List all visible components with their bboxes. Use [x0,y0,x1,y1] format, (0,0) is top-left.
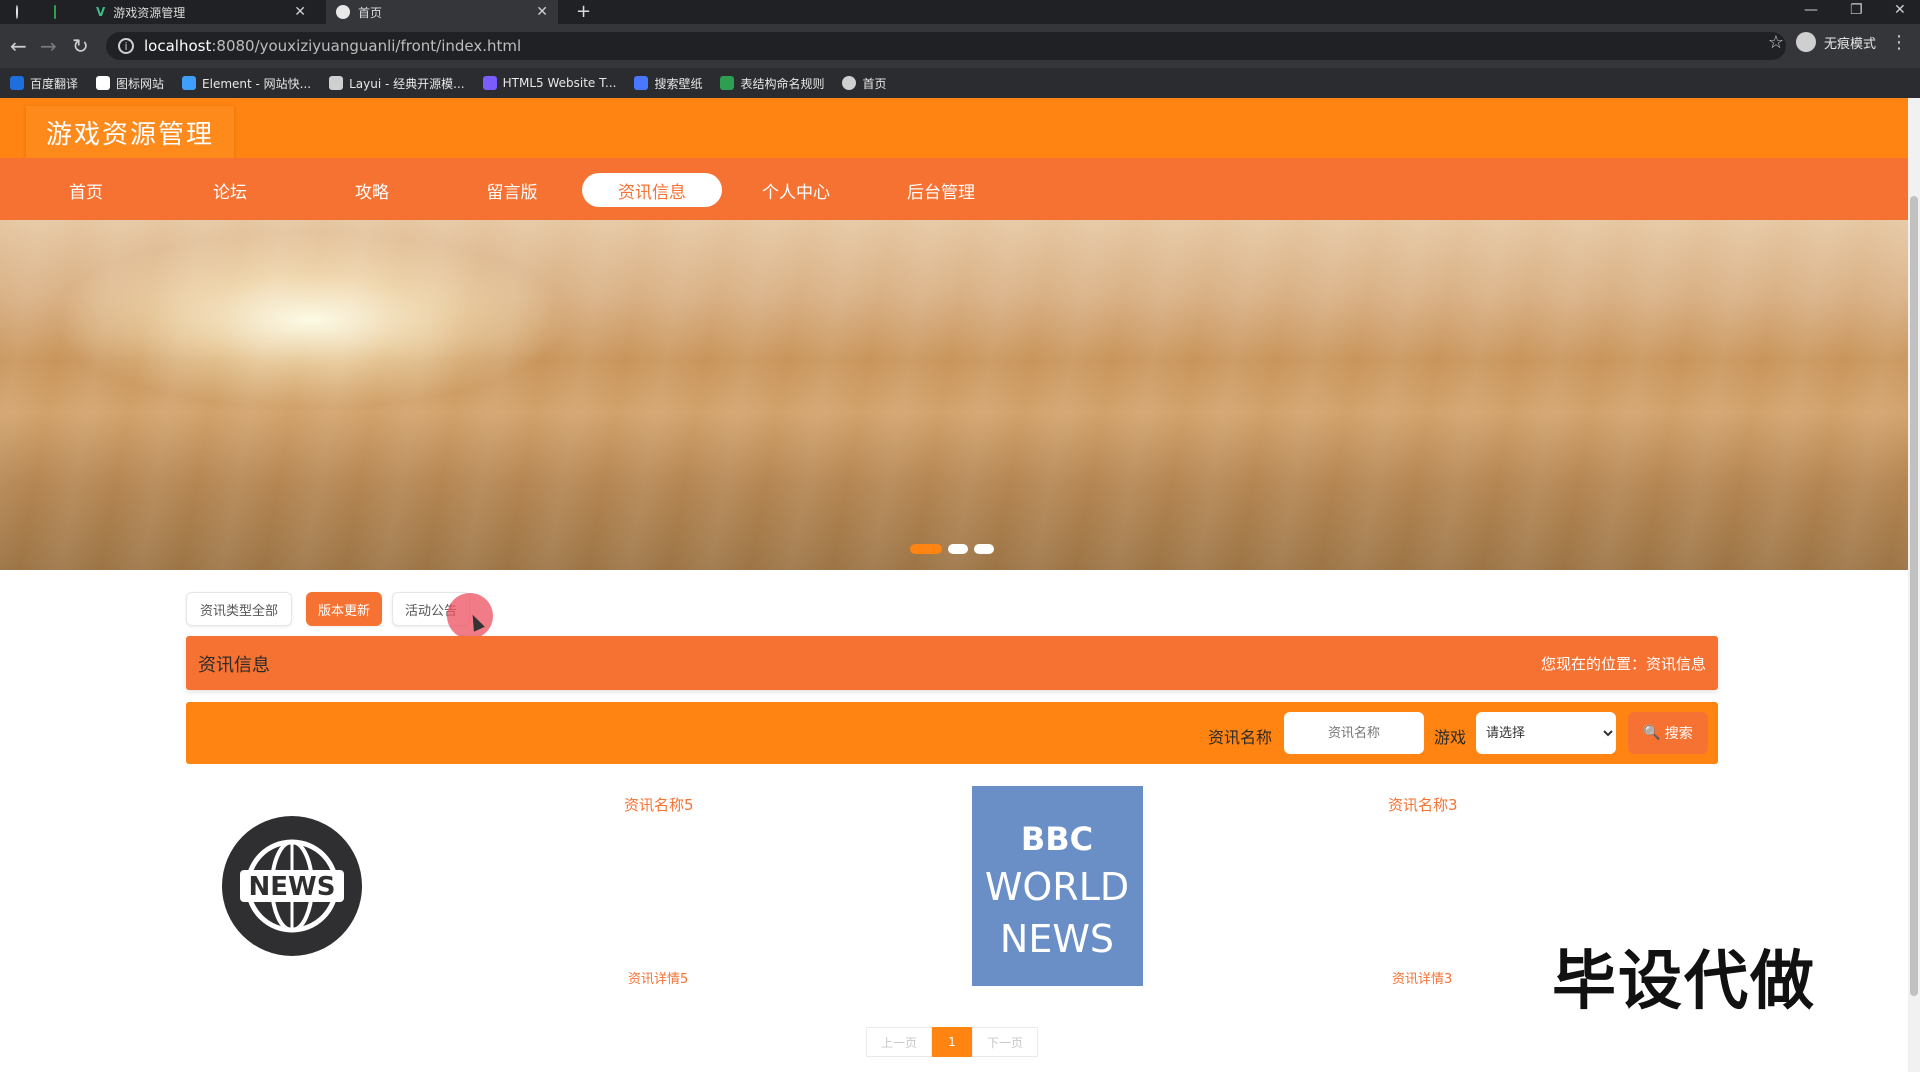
browser-tab-vue[interactable]: V 游戏资源管理 ✕ [86,0,316,24]
bookmark-label: 首页 [862,76,887,91]
bbc-world-news-logo: BBC WORLD NEWS [985,820,1129,961]
news-badge-text: NEWS [249,872,336,902]
filter-version-update[interactable]: 版本更新 [306,592,382,626]
site-header: 游戏资源管理 [0,98,1908,159]
game-label: 游戏 [1434,728,1467,747]
watermark-text: 毕设代做 [1552,945,1816,1019]
nav-item-admin[interactable]: 后台管理 [896,173,986,207]
nav-item-news[interactable]: 资讯信息 [582,173,722,207]
nav-item-profile[interactable]: 个人中心 [754,173,838,207]
search-button[interactable]: 🔍 搜索 [1628,712,1708,754]
news-name-input[interactable] [1284,712,1424,754]
news-thumbnail[interactable]: NEWS [220,802,364,970]
vue-logo-icon: V [96,5,106,19]
flag-icon [96,76,111,90]
banner-carousel[interactable] [0,220,1908,570]
bookmark-item[interactable]: 百度翻译 [10,75,78,92]
bbc-line-3: NEWS [1000,917,1114,961]
close-icon[interactable]: ✕ [294,4,306,20]
bookmark-label: 搜索壁纸 [654,76,703,91]
bookmark-item[interactable]: Layui - 经典开源模... [329,75,465,92]
pagination-prev[interactable]: 上一页 [866,1027,932,1057]
browser-tab-home[interactable]: 首页 ✕ [326,0,558,24]
incognito-profile[interactable]: 无痕模式 [1795,32,1876,52]
globe-icon [842,76,857,90]
url-host: localhost [144,37,212,55]
incognito-icon [1795,32,1816,52]
browser-tab-bar: V 游戏资源管理 ✕ 首页 ✕ + — ❐ ✕ [0,0,1920,24]
news-item-detail[interactable]: 资讯详情3 [1392,968,1452,987]
bbc-line-1: BBC [1021,820,1093,858]
bookmark-label: Element - 网站快... [202,76,312,91]
bookmarks-bar: 百度翻译 图标网站 Element - 网站快... Layui - 经典开源模… [0,68,1920,98]
globe-icon [16,5,18,19]
banner-image [0,220,1908,570]
bookmark-item[interactable]: 首页 [842,75,887,92]
bbc-line-2: WORLD [985,865,1129,909]
news-item-title[interactable]: 资讯名称5 [624,794,694,815]
restore-icon[interactable]: ❐ [1850,2,1863,18]
html5-icon [482,76,497,90]
nav-item-messages[interactable]: 留言版 [472,173,552,207]
search-button-label: 搜索 [1664,726,1693,742]
pagination-page[interactable]: 1 [932,1027,972,1057]
news-item-detail[interactable]: 资讯详情5 [628,968,688,987]
scrollbar-thumb[interactable] [1910,196,1918,996]
bookmark-label: 百度翻译 [30,76,79,91]
nav-item-forum[interactable]: 论坛 [190,173,270,207]
bookmark-item[interactable]: HTML5 Website T... [482,76,617,90]
main-nav: 首页 论坛 攻略 留言版 资讯信息 个人中心 后台管理 [0,158,1908,220]
section-title: 资讯信息 [198,655,270,676]
bookmark-label: 表结构命名规则 [740,76,825,91]
site-title: 游戏资源管理 [26,106,235,159]
sheet-icon [54,5,56,19]
layui-icon [329,76,344,90]
news-globe-icon: NEWS [222,816,362,956]
sheet-icon [720,76,735,90]
bookmark-star-icon[interactable]: ☆ [1768,32,1784,53]
game-select[interactable]: 请选择 [1476,712,1616,754]
window-close-icon[interactable]: ✕ [1894,2,1906,18]
bookmark-item[interactable]: 表结构命名规则 [720,75,824,92]
news-name-label: 资讯名称 [1208,728,1273,747]
tab-title: 游戏资源管理 [113,5,186,20]
tab-title: 首页 [358,5,383,20]
close-icon[interactable]: ✕ [536,4,548,20]
url-field[interactable]: i localhost:8080/youxiziyuanguanli/front… [106,32,1786,60]
filter-all-types[interactable]: 资讯类型全部 [186,592,292,626]
back-arrow-icon[interactable]: ← [10,34,27,58]
element-icon [182,76,197,90]
bookmark-label: Layui - 经典开源模... [349,76,465,91]
carousel-dot[interactable] [948,544,968,554]
search-icon: 🔍 [1643,725,1661,741]
breadcrumb: 您现在的位置：资讯信息 [1540,655,1706,673]
wallpaper-icon [634,76,649,90]
bookmark-item[interactable]: 图标网站 [96,75,164,92]
carousel-dot[interactable] [974,544,994,554]
nav-item-guide[interactable]: 攻略 [332,173,412,207]
bookmark-label: 图标网站 [116,76,165,91]
browser-address-bar: ← → ↻ i localhost:8080/youxiziyuanguanli… [0,24,1920,68]
minimize-icon[interactable]: — [1804,2,1818,18]
reload-icon[interactable]: ↻ [72,34,89,58]
pagination-next[interactable]: 下一页 [972,1027,1038,1057]
section-header: 资讯信息 您现在的位置：资讯信息 [186,636,1718,690]
browser-tab-sheet[interactable] [44,0,74,24]
translate-icon [10,76,24,90]
browser-tab-globe[interactable] [6,0,36,24]
forward-arrow-icon[interactable]: → [40,34,57,58]
nav-item-home[interactable]: 首页 [46,173,126,207]
bookmark-item[interactable]: 搜索壁纸 [634,75,702,92]
globe-icon [336,5,350,19]
url-path: :8080/youxiziyuanguanli/front/index.html [211,37,522,55]
news-thumbnail-bbc[interactable]: BBC WORLD NEWS [972,786,1143,986]
bookmark-item[interactable]: Element - 网站快... [182,75,311,92]
info-icon[interactable]: i [118,38,134,54]
profile-label: 无痕模式 [1823,36,1876,52]
bookmark-label: HTML5 Website T... [502,76,617,90]
carousel-dot-active[interactable] [910,544,942,554]
more-menu-icon[interactable]: ⋮ [1890,32,1908,53]
news-item-title[interactable]: 资讯名称3 [1388,794,1458,815]
new-tab-plus-icon[interactable]: + [576,1,591,22]
